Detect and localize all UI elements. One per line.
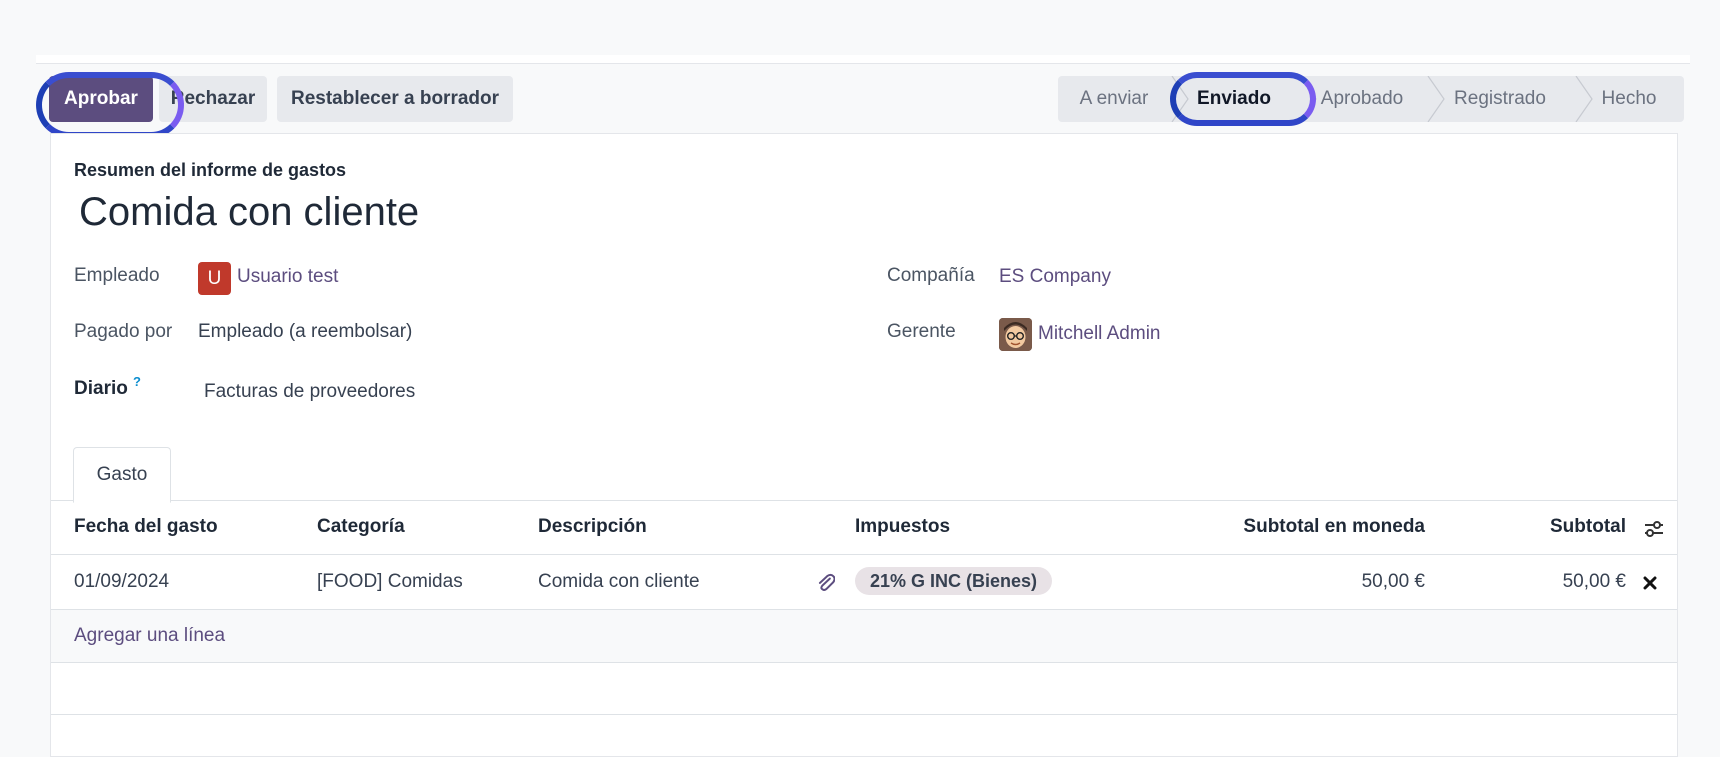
column-header-category[interactable]: Categoría bbox=[317, 516, 405, 538]
manager-label: Gerente bbox=[887, 321, 956, 342]
page-title[interactable]: Comida con cliente bbox=[79, 190, 419, 235]
column-header-subtotal[interactable]: Subtotal bbox=[1550, 516, 1626, 538]
cell-category: [FOOD] Comidas bbox=[317, 571, 463, 592]
paid-by-field[interactable]: Empleado (a reembolsar) bbox=[198, 321, 412, 343]
stage-separator-icon bbox=[1299, 76, 1317, 122]
stage-a-enviar[interactable]: A enviar bbox=[1058, 76, 1170, 122]
employee-field[interactable]: Usuario test bbox=[237, 266, 338, 288]
sliders-icon[interactable] bbox=[1643, 518, 1665, 540]
stage-registrado[interactable]: Registrado bbox=[1426, 76, 1574, 122]
approve-button[interactable]: Aprobar bbox=[49, 76, 153, 122]
paperclip-icon[interactable] bbox=[817, 572, 835, 594]
row-divider bbox=[51, 662, 1677, 663]
stage-separator-icon bbox=[1171, 76, 1189, 122]
column-header-subtotal-currency[interactable]: Subtotal en moneda bbox=[1243, 516, 1425, 538]
help-icon[interactable]: ? bbox=[133, 374, 141, 389]
manager-avatar bbox=[999, 318, 1032, 351]
journal-label: Diario bbox=[74, 378, 128, 399]
stage-separator-icon bbox=[1575, 76, 1593, 122]
cell-subtotal-currency: 50,00 € bbox=[1361, 571, 1425, 592]
form-subtitle: Resumen del informe de gastos bbox=[74, 160, 347, 180]
cell-description: Comida con cliente bbox=[538, 571, 700, 592]
company-field[interactable]: ES Company bbox=[999, 266, 1111, 288]
close-icon[interactable] bbox=[1642, 575, 1658, 591]
cell-date: 01/09/2024 bbox=[74, 571, 170, 592]
manager-field[interactable]: Mitchell Admin bbox=[1038, 323, 1161, 345]
column-header-taxes[interactable]: Impuestos bbox=[855, 516, 950, 538]
tax-badge: 21% G INC (Bienes) bbox=[855, 567, 1053, 595]
cell-subtotal: 50,00 € bbox=[1562, 571, 1626, 592]
form-sheet: Resumen del informe de gastos Comida con… bbox=[50, 133, 1678, 757]
reject-button[interactable]: Rechazar bbox=[159, 76, 267, 122]
tab-gasto[interactable]: Gasto bbox=[73, 447, 171, 503]
employee-label: Empleado bbox=[74, 265, 160, 286]
row-divider bbox=[51, 714, 1677, 715]
avatar: U bbox=[198, 262, 231, 295]
top-strip bbox=[36, 55, 1690, 64]
status-bar: A enviar Enviado Aprobado Registrado Hec… bbox=[1058, 76, 1720, 122]
table-row[interactable]: 01/09/2024 [FOOD] Comidas Comida con cli… bbox=[51, 555, 1677, 609]
stage-separator-icon bbox=[1427, 76, 1445, 122]
column-header-date[interactable]: Fecha del gasto bbox=[74, 516, 218, 538]
paid-by-label: Pagado por bbox=[74, 321, 173, 342]
company-label: Compañía bbox=[887, 265, 975, 286]
column-header-description[interactable]: Descripción bbox=[538, 516, 647, 538]
tab-divider bbox=[51, 500, 1677, 501]
add-line-link[interactable]: Agregar una línea bbox=[74, 625, 225, 647]
add-line-row: Agregar una línea bbox=[51, 610, 1677, 662]
reset-to-draft-button[interactable]: Restablecer a borrador bbox=[277, 76, 513, 122]
journal-field[interactable]: Facturas de proveedores bbox=[204, 381, 415, 403]
